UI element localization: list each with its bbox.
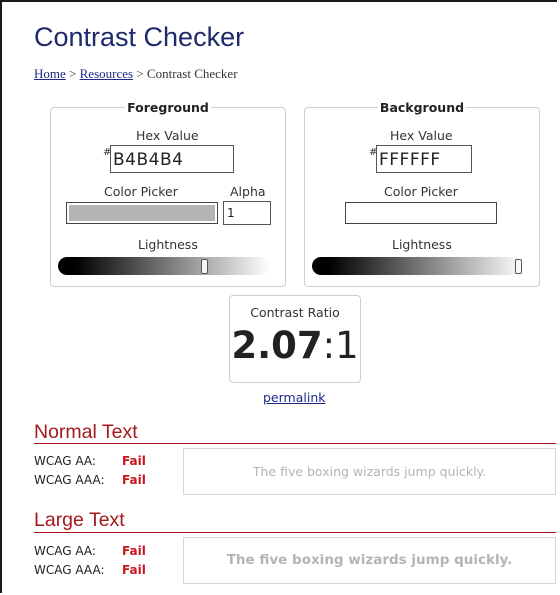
breadcrumb: Home > Resources > Contrast Checker — [34, 66, 238, 82]
foreground-hex-input[interactable]: B4B4B4 — [110, 145, 234, 173]
background-lightness-handle[interactable] — [515, 259, 522, 274]
normal-wcag-aaa-result: Fail — [122, 473, 146, 487]
breadcrumb-home-link[interactable]: Home — [34, 66, 66, 81]
large-text-heading: Large Text — [34, 509, 125, 531]
contrast-ratio-box: Contrast Ratio 2.07:1 — [229, 295, 361, 383]
normal-wcag-aaa-label: WCAG AAA: — [34, 473, 105, 487]
foreground-color-picker-label: Color Picker — [104, 184, 178, 199]
foreground-lightness-slider[interactable] — [58, 257, 270, 275]
foreground-hex-label: Hex Value — [136, 128, 199, 143]
permalink-link[interactable]: permalink — [263, 390, 326, 405]
normal-wcag-aa-label: WCAG AA: — [34, 454, 96, 468]
background-lightness-label: Lightness — [392, 237, 452, 252]
foreground-color-picker[interactable] — [66, 202, 218, 224]
background-hex-label: Hex Value — [390, 128, 453, 143]
foreground-lightness-handle[interactable] — [201, 259, 208, 274]
normal-text-heading: Normal Text — [34, 421, 138, 443]
background-color-picker-label: Color Picker — [384, 184, 458, 199]
foreground-swatch-fill — [69, 205, 215, 221]
large-wcag-aa-result: Fail — [122, 544, 146, 558]
foreground-alpha-label: Alpha — [230, 184, 266, 199]
foreground-alpha-input[interactable]: 1 — [223, 201, 271, 225]
normal-text-divider — [34, 443, 556, 444]
background-swatch-fill — [348, 205, 494, 221]
breadcrumb-separator: > — [133, 66, 147, 81]
foreground-legend: Foreground — [127, 100, 209, 115]
breadcrumb-current: Contrast Checker — [146, 66, 238, 81]
large-text-divider — [34, 532, 556, 533]
contrast-ratio-number: 2.07 — [231, 324, 323, 367]
large-wcag-aaa-label: WCAG AAA: — [34, 563, 105, 577]
normal-wcag-aa-result: Fail — [122, 454, 146, 468]
background-lightness-slider[interactable] — [312, 257, 524, 275]
background-color-picker[interactable] — [345, 202, 497, 224]
contrast-ratio-suffix: :1 — [322, 324, 359, 367]
large-text-sample: The five boxing wizards jump quickly. — [183, 537, 556, 584]
background-legend: Background — [379, 100, 465, 115]
breadcrumb-separator: > — [65, 66, 80, 81]
background-hex-input[interactable]: FFFFFF — [376, 145, 472, 173]
large-wcag-aaa-result: Fail — [122, 563, 146, 577]
contrast-ratio-label: Contrast Ratio — [250, 305, 340, 320]
foreground-lightness-label: Lightness — [138, 237, 198, 252]
normal-text-sample: The five boxing wizards jump quickly. — [183, 448, 556, 495]
page-title: Contrast Checker — [34, 22, 245, 52]
breadcrumb-resources-link[interactable]: Resources — [80, 66, 133, 81]
contrast-ratio-value: 2.07:1 — [230, 324, 360, 368]
large-wcag-aa-label: WCAG AA: — [34, 544, 96, 558]
